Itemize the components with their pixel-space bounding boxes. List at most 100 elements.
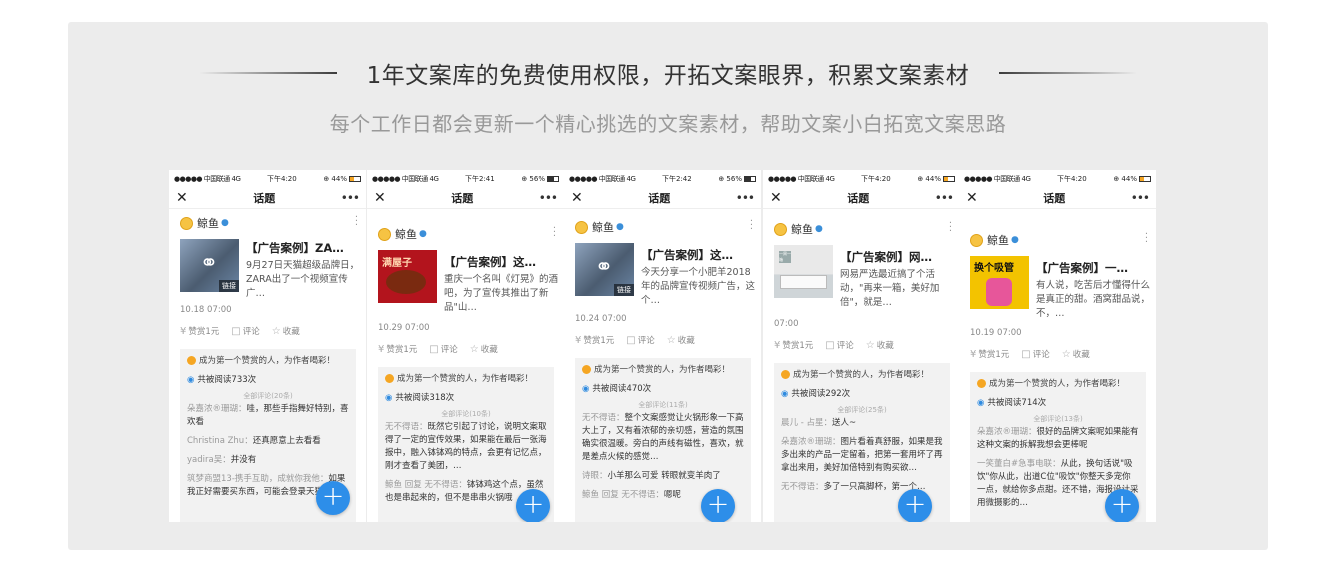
comment-button[interactable]: □ 评论 (1021, 348, 1049, 361)
author-row[interactable]: 鲸鱼 ● (774, 221, 823, 237)
comment-item[interactable]: 无不得语：既然它引起了讨论，说明文案取得了一定的宣传效果，如果能在最后一张海报中… (385, 421, 547, 473)
reward-button[interactable]: ¥ 赞赏1元 (575, 334, 614, 347)
comment-item[interactable]: Christina Zhu：还真愿意上去看看 (187, 435, 349, 448)
author-name[interactable]: 鲸鱼 (197, 215, 219, 231)
praise-prompt[interactable]: 成为第一个赞赏的人，为作者喝彩！ (977, 378, 1139, 391)
comment-icon: □ (1021, 348, 1031, 360)
comment-item[interactable]: 朵嘉浓®珊瑚：很好的品牌文案呢如果能有这种文案的拆解我想会更棒呢 (977, 426, 1139, 452)
praise-prompt[interactable]: 成为第一个赞赏的人，为作者喝彩！ (385, 373, 547, 386)
post-date: 07:00 (774, 319, 799, 329)
author-row[interactable]: 鲸鱼 ● (180, 215, 229, 231)
comment-author[interactable]: 一笑董白#急事电联： (977, 459, 1061, 469)
comment-author[interactable]: yadira吴： (187, 455, 231, 465)
card-thumbnail[interactable]: 一周一箱 (774, 245, 833, 298)
avatar[interactable] (970, 233, 983, 247)
comment-author[interactable]: 朵嘉浓®珊瑚： (187, 404, 247, 414)
more-icon[interactable]: ••• (341, 191, 360, 205)
avatar[interactable] (378, 227, 391, 241)
more-icon[interactable]: ••• (539, 191, 558, 205)
avatar[interactable] (774, 222, 787, 236)
item-more-icon[interactable]: · · · (750, 217, 753, 235)
item-more-icon[interactable]: · · · (1145, 230, 1148, 248)
comment-button[interactable]: □ 评论 (429, 343, 457, 356)
comment-author[interactable]: 晨儿 - 占星： (781, 418, 832, 428)
author-name[interactable]: 鲸鱼 (592, 219, 614, 235)
author-name[interactable]: 鲸鱼 (987, 232, 1009, 248)
reward-button[interactable]: ¥ 赞赏1元 (970, 348, 1009, 361)
add-button[interactable]: + (1105, 489, 1139, 522)
comment-button[interactable]: □ 评论 (825, 339, 853, 352)
comment-author[interactable]: 无不得语： (781, 482, 824, 492)
close-icon[interactable]: ✕ (374, 190, 386, 206)
close-icon[interactable]: ✕ (176, 190, 188, 206)
close-icon[interactable]: ✕ (770, 190, 782, 206)
reward-button[interactable]: ¥ 赞赏1元 (378, 343, 417, 356)
comment-author[interactable]: 诗眼： (582, 471, 608, 481)
favorite-button[interactable]: ☆ 收藏 (470, 343, 498, 356)
author-name[interactable]: 鲸鱼 (791, 221, 813, 237)
author-row[interactable]: 鲸鱼 ● (378, 226, 427, 242)
add-button[interactable]: + (898, 489, 932, 522)
comment-author[interactable]: 无不得语： (385, 422, 428, 432)
favorite-button[interactable]: ☆ 收藏 (667, 334, 695, 347)
comment-author[interactable]: 鲸鱼 回复 无不得语： (582, 490, 664, 500)
comment-item[interactable]: 朵嘉浓®珊瑚：图片看着真舒服，如果是我多出来的产品一定留着，把第一套用坏了再拿出… (781, 436, 943, 475)
add-button[interactable]: + (701, 489, 735, 522)
favorite-button[interactable]: ☆ 收藏 (272, 325, 300, 338)
close-icon[interactable]: ✕ (966, 190, 978, 206)
close-icon[interactable]: ✕ (571, 190, 583, 206)
reward-button[interactable]: ¥ 赞赏1元 (180, 325, 219, 338)
comment-author[interactable]: 筑梦商盟13-携手互助，成就你我他： (187, 474, 328, 484)
card-thumbnail[interactable]: ⚭ 链接 (180, 239, 239, 292)
card-title[interactable]: 【广告案例】这… (444, 254, 558, 270)
more-icon[interactable]: ••• (1131, 191, 1150, 205)
comment-item[interactable]: 诗眼：小羊那么可爱 转眼就变羊肉了 (582, 470, 744, 483)
comment-author[interactable]: 朵嘉浓®珊瑚： (781, 437, 841, 447)
card-title[interactable]: 【广告案例】网… (840, 249, 954, 265)
avatar[interactable] (575, 220, 588, 234)
author-row[interactable]: 鲸鱼 ● (575, 219, 624, 235)
praise-prompt[interactable]: 成为第一个赞赏的人，为作者喝彩！ (582, 364, 744, 377)
praise-prompt[interactable]: 成为第一个赞赏的人，为作者喝彩！ (187, 355, 349, 368)
reward-button[interactable]: ¥ 赞赏1元 (774, 339, 813, 352)
avatar[interactable] (180, 216, 193, 230)
card-thumbnail[interactable]: 换个吸管 (970, 256, 1029, 309)
add-button[interactable]: + (316, 481, 350, 515)
item-more-icon[interactable]: · · · (553, 224, 556, 242)
card-title[interactable]: 【广告案例】这… (641, 247, 755, 263)
item-more-icon[interactable]: · · · (949, 219, 952, 237)
comment-item[interactable]: 晨儿 - 占星：送人~ (781, 417, 943, 430)
comment-button[interactable]: □ 评论 (626, 334, 654, 347)
comment-text: 送人~ (831, 418, 857, 428)
comment-item[interactable]: yadira吴：并没有 (187, 454, 349, 467)
author-row[interactable]: 鲸鱼 ● (970, 232, 1019, 248)
card-title[interactable]: 【广告案例】一… (1036, 260, 1150, 276)
favorite-button[interactable]: ☆ 收藏 (1062, 348, 1090, 361)
nav-bar: ✕ 话题 ••• (367, 187, 564, 209)
card-title[interactable]: 【广告案例】ZA… (246, 240, 360, 256)
comment-author[interactable]: Christina Zhu： (187, 436, 253, 446)
more-icon[interactable]: ••• (736, 191, 755, 205)
item-more-icon[interactable]: · · · (355, 213, 358, 231)
comment-author[interactable]: 无不得语： (582, 413, 625, 423)
comment-author[interactable]: 鲸鱼 回复 无不得语： (385, 480, 467, 490)
favorite-button[interactable]: ☆ 收藏 (866, 339, 894, 352)
comment-author[interactable]: 朵嘉浓®珊瑚： (977, 427, 1037, 437)
battery-indicator: ⊕ 44% (917, 175, 955, 183)
card-thumbnail[interactable]: ⚭ 链接 (575, 243, 634, 296)
praise-prompt[interactable]: 成为第一个赞赏的人，为作者喝彩！ (781, 369, 943, 382)
comment-icon: □ (825, 339, 835, 351)
add-button[interactable]: + (516, 489, 550, 522)
comment-button[interactable]: □ 评论 (231, 325, 260, 338)
comment-label: 评论 (242, 327, 260, 337)
card-thumbnail[interactable]: 满屋子 (378, 250, 437, 303)
eye-icon: ◉ (781, 389, 789, 399)
comment-item[interactable]: 朵嘉浓®珊瑚：哇，那些手指舞好特别，喜欢看 (187, 403, 349, 429)
card-description: 有人说，吃苦后才懂得什么是真正的甜。酒窝甜品说，不，… (1036, 280, 1151, 319)
comment-item[interactable]: 无不得语：整个文案感觉让火锅形象一下高大上了，又有着浓郁的亲切感，营造的氛围确实… (582, 412, 744, 464)
topic-body: 鲸鱼 ● · · · 一周一箱 【广告案例】网… 网易严选最近搞了个活动，"再来一箱，美好加倍… (763, 209, 960, 522)
author-name[interactable]: 鲸鱼 (395, 226, 417, 242)
coin-icon (781, 370, 790, 379)
action-bar: ¥ 赞赏1元 □ 评论 ☆ 收藏 (774, 339, 894, 352)
more-icon[interactable]: ••• (935, 191, 954, 205)
